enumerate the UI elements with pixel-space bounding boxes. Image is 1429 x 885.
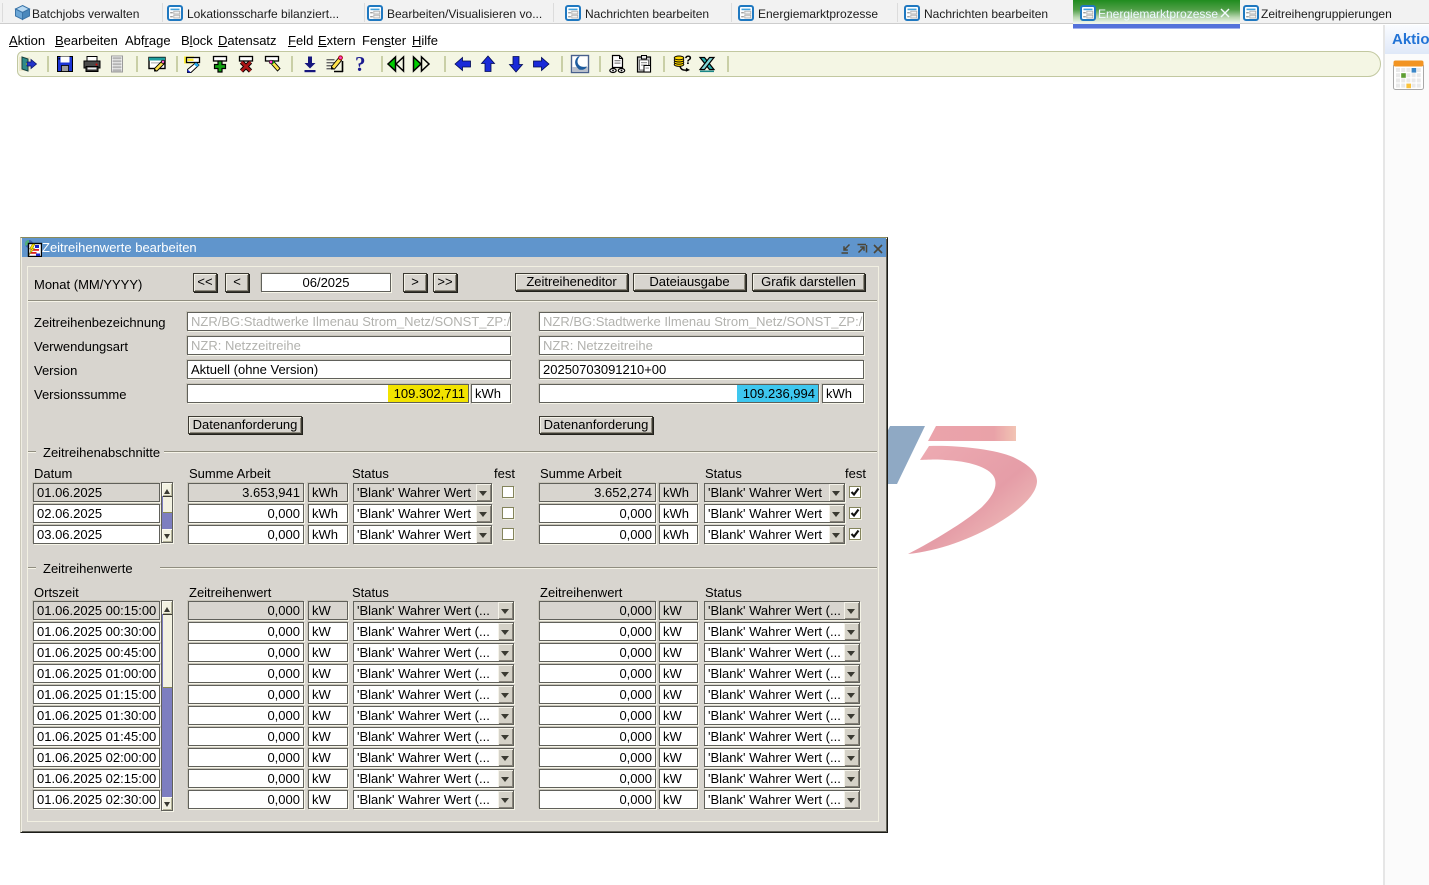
svg-text:?: ?: [685, 54, 692, 67]
svg-text:?: ?: [355, 54, 366, 74]
